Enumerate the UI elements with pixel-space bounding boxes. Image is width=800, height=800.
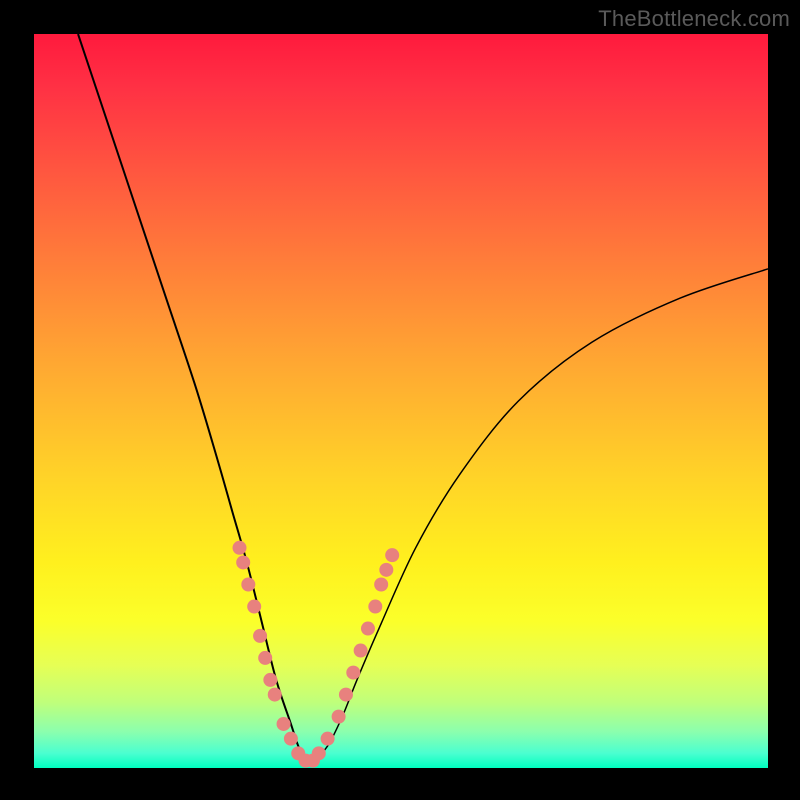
data-marker bbox=[233, 541, 247, 555]
data-marker bbox=[346, 666, 360, 680]
data-marker bbox=[379, 563, 393, 577]
plot-area bbox=[34, 34, 768, 768]
plot-svg bbox=[34, 34, 768, 768]
data-marker bbox=[332, 710, 346, 724]
data-marker bbox=[284, 732, 298, 746]
data-marker bbox=[241, 578, 255, 592]
data-marker bbox=[236, 555, 250, 569]
watermark-text: TheBottleneck.com bbox=[598, 6, 790, 32]
data-marker bbox=[385, 548, 399, 562]
data-marker bbox=[361, 622, 375, 636]
data-marker bbox=[312, 746, 326, 760]
data-marker bbox=[339, 688, 353, 702]
data-marker bbox=[263, 673, 277, 687]
data-marker bbox=[374, 578, 388, 592]
data-marker bbox=[368, 600, 382, 614]
data-marker bbox=[277, 717, 291, 731]
data-marker bbox=[268, 688, 282, 702]
data-marker bbox=[258, 651, 272, 665]
curve-left-branch bbox=[78, 34, 313, 762]
data-marker bbox=[321, 732, 335, 746]
curve-right-branch bbox=[306, 269, 768, 762]
data-marker bbox=[247, 600, 261, 614]
data-marker bbox=[253, 629, 267, 643]
data-marker bbox=[354, 644, 368, 658]
marker-group bbox=[233, 541, 400, 768]
